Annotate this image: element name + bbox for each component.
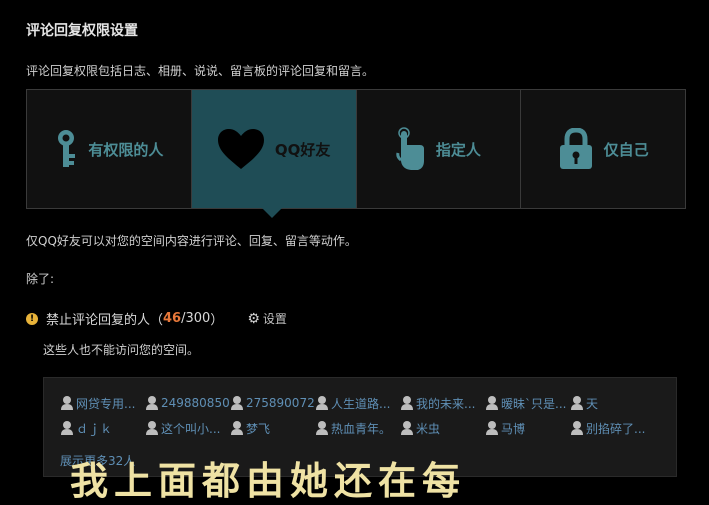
page-title: 评论回复权限设置 <box>26 23 138 39</box>
user-name: 暧昧`只是... <box>501 396 567 411</box>
user-item[interactable]: 249880850 <box>145 394 230 412</box>
forbidden-count-current: 46 <box>163 311 182 326</box>
warning-icon: ! <box>26 312 38 325</box>
user-grid: 网贷专用... 249880850 275890072 人生道路... 我的未来... 暧… <box>60 394 655 437</box>
user-name: 我的未来... <box>416 396 476 411</box>
user-item[interactable]: 这个叫小... <box>145 419 230 437</box>
user-item[interactable]: 马博 <box>485 419 570 437</box>
forbidden-sub-note: 这些人也不能访问您的空间。 <box>43 343 200 357</box>
option-only-me[interactable]: 仅自己 <box>521 90 685 208</box>
settings-button[interactable]: ⚙ 设置 <box>247 310 287 327</box>
user-avatar-icon <box>61 421 73 435</box>
settings-label: 设置 <box>262 312 287 326</box>
user-avatar-icon <box>231 396 243 410</box>
user-name: ｄｊｋ <box>76 421 113 436</box>
user-name: 热血青年。 <box>331 421 392 436</box>
count-close: ） <box>210 313 224 328</box>
user-item[interactable]: 我的未来... <box>400 394 485 412</box>
user-name: 249880850 <box>161 396 230 410</box>
key-icon <box>54 129 78 169</box>
except-label: 除了: <box>26 272 55 286</box>
user-item[interactable]: 热血青年。 <box>315 419 400 437</box>
option-label: QQ好友 <box>274 140 331 159</box>
user-item[interactable]: 米虫 <box>400 419 485 437</box>
gear-icon: ⚙ <box>247 310 260 327</box>
user-name: 马博 <box>501 421 526 436</box>
option-label: 仅自己 <box>603 140 649 159</box>
user-avatar-icon <box>316 396 328 410</box>
option-specified-people[interactable]: 指定人 <box>356 90 522 208</box>
permission-description: 评论回复权限包括日志、相册、说说、留言板的评论回复和留言。 <box>26 64 375 78</box>
user-avatar-icon <box>316 421 328 435</box>
selected-option-note: 仅QQ好友可以对您的空间内容进行评论、回复、留言等动作。 <box>26 234 357 248</box>
user-avatar-icon <box>486 396 498 410</box>
user-avatar-icon <box>61 396 73 410</box>
lock-icon <box>558 128 594 170</box>
user-item[interactable]: 暧昧`只是... <box>485 394 570 412</box>
option-label: 有权限的人 <box>88 140 164 159</box>
user-item[interactable]: 天 <box>570 394 655 412</box>
selected-pointer <box>262 208 282 218</box>
user-avatar-icon <box>146 396 158 410</box>
user-avatar-icon <box>231 421 243 435</box>
forbidden-label: 禁止评论回复的人（ <box>46 313 164 328</box>
user-avatar-icon <box>401 421 413 435</box>
user-item[interactable]: 275890072 <box>230 394 315 412</box>
user-item[interactable]: 人生道路... <box>315 394 400 412</box>
user-name: 这个叫小... <box>161 421 221 436</box>
user-item[interactable]: ｄｊｋ <box>60 419 145 437</box>
user-item[interactable]: 别掐碎了... <box>570 419 655 437</box>
user-avatar-icon <box>486 421 498 435</box>
option-authorized-people[interactable]: 有权限的人 <box>27 90 192 208</box>
overlay-caption: 我上面都由她还在每 <box>70 458 467 503</box>
user-avatar-icon <box>146 421 158 435</box>
heart-icon <box>217 128 265 170</box>
user-name: 天 <box>586 396 599 411</box>
user-item[interactable]: 梦飞 <box>230 419 315 437</box>
user-avatar-icon <box>401 396 413 410</box>
user-name: 275890072 <box>246 396 315 410</box>
permission-options: 有权限的人 QQ好友 指定人 仅自己 <box>26 89 686 209</box>
forbidden-count-max: 300 <box>185 311 211 326</box>
user-name: 梦飞 <box>246 421 271 436</box>
forbidden-header: ! 禁止评论回复的人（ 46 / 300 ） ⚙ 设置 <box>26 309 287 328</box>
user-avatar-icon <box>571 421 583 435</box>
user-name: 人生道路... <box>331 396 391 411</box>
option-label: 指定人 <box>435 140 481 159</box>
user-avatar-icon <box>571 396 583 410</box>
user-item[interactable]: 网贷专用... <box>60 394 145 412</box>
user-name: 米虫 <box>416 421 441 436</box>
user-name: 网贷专用... <box>76 396 136 411</box>
option-qq-friends[interactable]: QQ好友 <box>191 90 357 208</box>
pointing-hand-icon <box>396 127 426 171</box>
user-name: 别掐碎了... <box>586 421 646 436</box>
